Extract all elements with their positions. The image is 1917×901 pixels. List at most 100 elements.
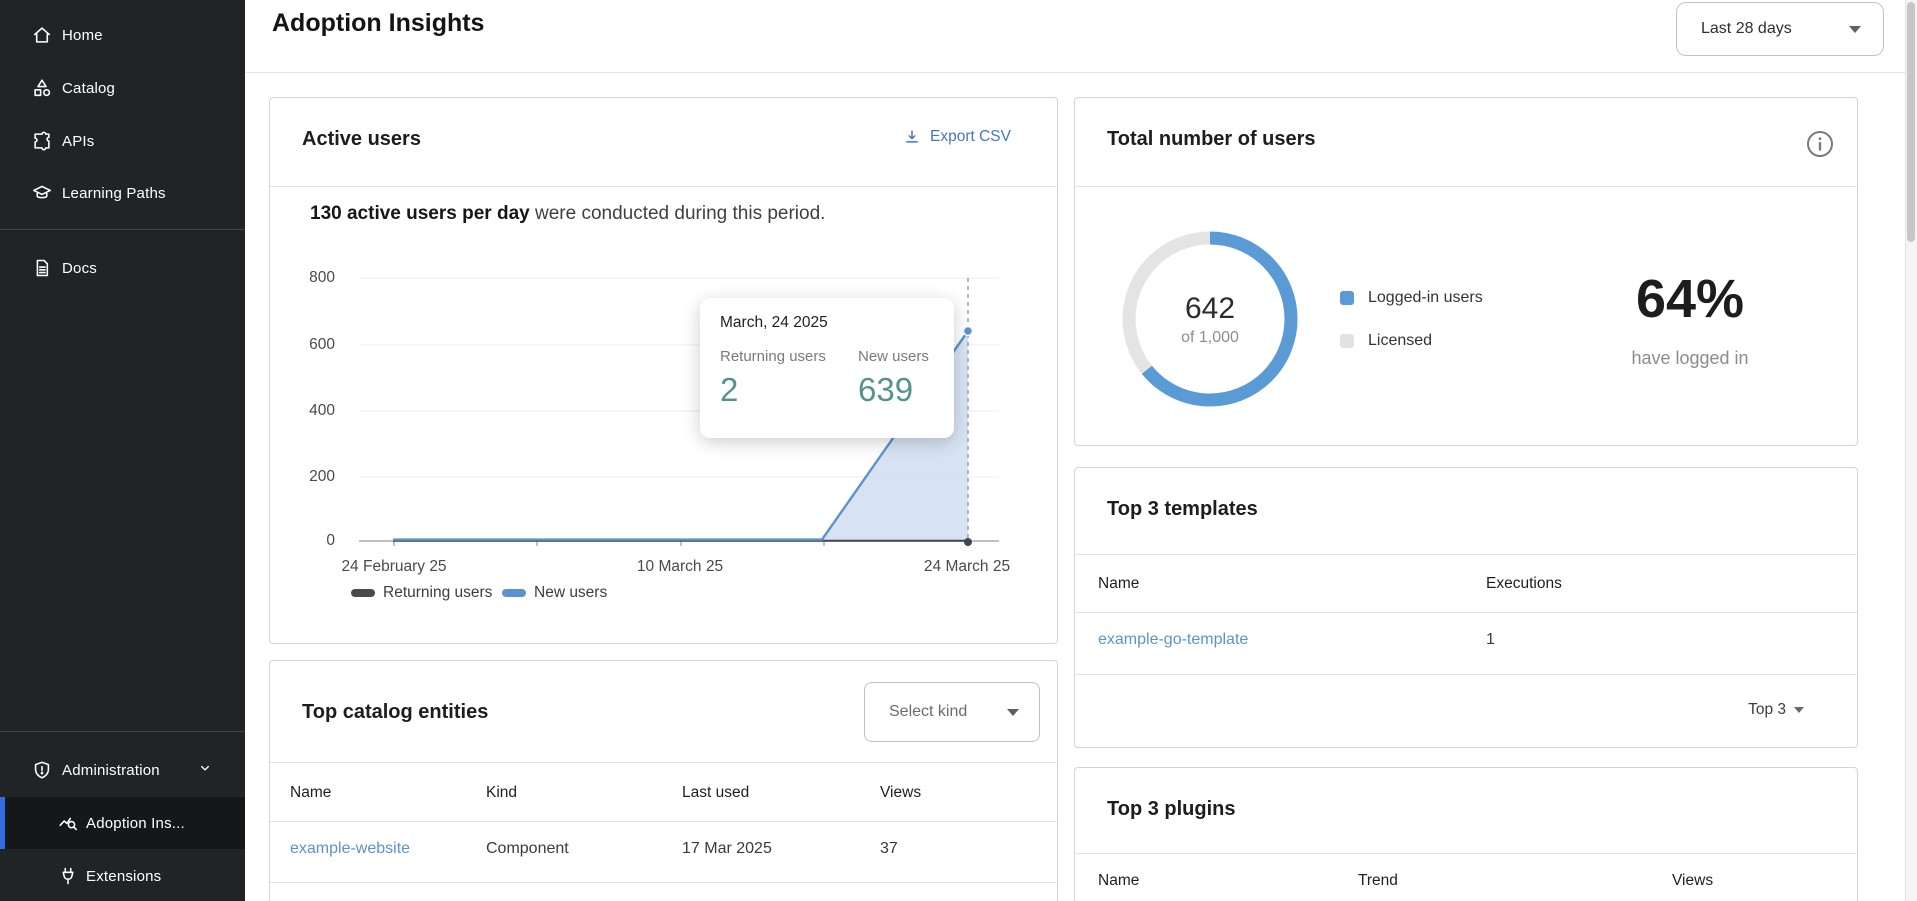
sidebar-item-label: Home [62,27,103,44]
catalog-icon [31,77,53,99]
sidebar-item-label: Administration [62,762,160,779]
card-title: Top catalog entities [302,701,488,724]
info-icon[interactable] [1806,130,1834,158]
tooltip-returning-users: Returning users 2 [720,348,826,409]
legend-swatch-blue [502,589,526,597]
export-csv-button[interactable]: Export CSV [903,128,1011,146]
top-n-value: Top 3 [1748,701,1786,719]
executions-value: 1 [1486,631,1495,649]
home-icon [31,24,53,46]
sidebar-item-administration[interactable]: Administration [0,744,245,796]
sidebar-item-docs[interactable]: Docs [0,242,245,294]
sidebar-item-label: Docs [62,260,97,277]
sidebar-item-learning-paths[interactable]: Learning Paths [0,167,245,219]
date-range-select[interactable]: Last 28 days [1676,2,1884,56]
column-header-name: Name [1098,872,1139,890]
active-users-summary: 130 active users per day were conducted … [310,203,825,225]
legend-label: Returning users [383,584,492,602]
sidebar-item-extensions[interactable]: Extensions [0,850,245,901]
page-title: Adoption Insights [272,9,484,38]
card-title: Top 3 templates [1107,498,1258,521]
kind-value: Component [486,840,569,858]
legend-label: Licensed [1368,332,1432,350]
column-header-name: Name [1098,575,1139,593]
returning-users-point [964,538,972,546]
divider [1075,853,1857,854]
column-header-kind: Kind [486,784,517,802]
export-csv-label: Export CSV [930,128,1011,146]
legend-licensed[interactable]: Licensed [1340,332,1432,350]
divider [1075,186,1857,187]
sidebar-item-label: Catalog [62,80,115,97]
tooltip-value: 639 [858,371,929,409]
legend-label: New users [534,584,607,602]
donut-center-value: 642 [1150,292,1270,326]
new-users-point [964,327,973,336]
donut-center-subtext: of 1,000 [1150,329,1270,347]
logged-in-percent: 64% [1590,268,1790,330]
scrollbar-thumb[interactable] [1907,2,1915,242]
views-value: 37 [880,840,898,858]
column-header-trend: Trend [1358,872,1398,890]
chart-tooltip: March, 24 2025 Returning users 2 New use… [700,298,954,438]
sidebar-item-apis[interactable]: APIs [0,115,245,167]
sidebar-divider [0,229,245,230]
legend-label: Logged-in users [1368,289,1483,307]
x-tick: 24 February 25 [314,558,474,576]
last-used-value: 17 Mar 2025 [682,840,772,858]
x-tick: 24 March 25 [887,558,1047,576]
entity-link[interactable]: example-website [290,840,410,858]
card-title: Top 3 plugins [1107,798,1236,821]
learning-paths-icon [31,182,53,204]
sidebar-item-label: Extensions [86,868,161,885]
sidebar: Home Catalog APIs Learning Paths D [0,0,245,901]
column-header-executions: Executions [1486,575,1562,593]
top-n-select[interactable]: Top 3 [1700,701,1804,719]
insights-icon [57,812,79,834]
plug-icon [57,865,79,887]
divider [245,72,1905,73]
legend-new-users[interactable]: New users [502,584,607,602]
card-title: Total number of users [1107,128,1316,151]
legend-swatch-gray [1340,334,1354,348]
chevron-down-icon [1007,709,1019,716]
tooltip-value: 2 [720,371,826,409]
download-icon [903,128,921,146]
template-link[interactable]: example-go-template [1098,631,1248,649]
tooltip-new-users: New users 639 [858,348,929,409]
adoption-insights-page: Home Catalog APIs Learning Paths D [0,0,1917,901]
sidebar-item-label: Adoption Ins... [86,815,185,832]
sidebar-item-label: APIs [62,133,94,150]
active-users-summary-bold: 130 active users per day [310,203,530,224]
column-header-last-used: Last used [682,784,749,802]
tooltip-label: Returning users [720,348,826,365]
docs-icon [31,257,53,279]
legend-swatch-dark [351,589,375,597]
chevron-down-icon [1794,707,1804,713]
card-title: Active users [302,128,421,151]
divider [1075,612,1857,613]
legend-returning-users[interactable]: Returning users [351,584,492,602]
tooltip-label: New users [858,348,929,365]
top-plugins-card: Top 3 plugins [1074,767,1858,901]
legend-logged-in-users[interactable]: Logged-in users [1340,289,1483,307]
x-tick: 10 March 25 [600,558,760,576]
selected-indicator [0,797,5,849]
apis-icon [31,130,53,152]
kind-select[interactable]: Select kind [864,682,1040,742]
chevron-down-icon [1849,26,1861,33]
date-range-value: Last 28 days [1701,20,1792,38]
logged-in-percent-subtext: have logged in [1590,348,1790,369]
column-header-views: Views [1672,872,1713,890]
kind-select-placeholder: Select kind [889,703,967,721]
sidebar-item-catalog[interactable]: Catalog [0,62,245,114]
active-users-summary-rest: were conducted during this period. [530,203,826,224]
divider [270,762,1057,763]
sidebar-item-home[interactable]: Home [0,9,245,61]
chevron-down-icon [196,759,214,782]
tooltip-date: March, 24 2025 [720,314,934,332]
column-header-views: Views [880,784,921,802]
divider [270,186,1057,187]
sidebar-item-adoption-insights[interactable]: Adoption Ins... [0,797,245,849]
divider [270,882,1057,883]
